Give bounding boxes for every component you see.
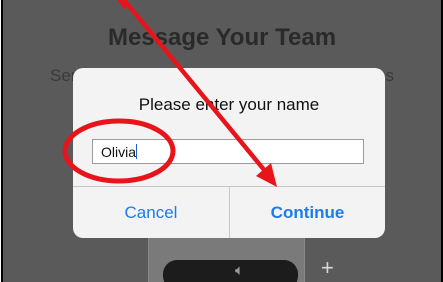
app-background: Message Your Team Send texts, voice mess…: [1, 0, 443, 282]
text-caret: [136, 144, 138, 159]
name-input[interactable]: Olivia: [92, 139, 364, 164]
cancel-button[interactable]: Cancel: [73, 187, 229, 238]
background-title: Message Your Team: [107, 24, 337, 51]
continue-button[interactable]: Continue: [230, 187, 385, 238]
add-icon: +: [321, 255, 334, 280]
name-dialog: Please enter your name Olivia Cancel Con…: [73, 68, 385, 238]
voice-record-bar: [163, 260, 298, 282]
name-input-value: Olivia: [101, 144, 137, 160]
dialog-prompt: Please enter your name: [138, 95, 320, 114]
speaker-icon: 🔈︎: [235, 262, 245, 279]
